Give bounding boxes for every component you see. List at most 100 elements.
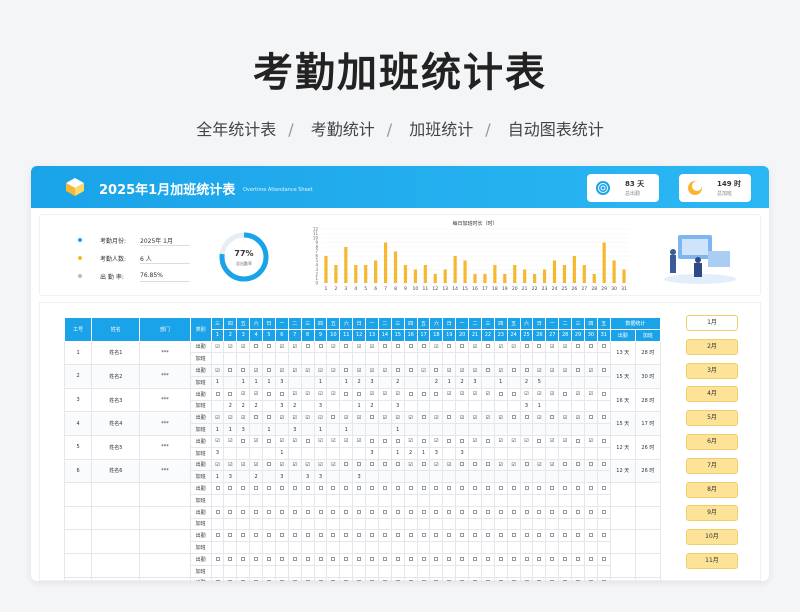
checkbox-icon[interactable]: [344, 509, 349, 514]
overtime-cell[interactable]: [339, 517, 354, 531]
overtime-cell[interactable]: 1: [223, 423, 238, 436]
checkbox-icon[interactable]: [550, 580, 555, 581]
overtime-cell[interactable]: [493, 564, 508, 578]
overtime-cell[interactable]: [519, 517, 534, 531]
checked-box-icon[interactable]: ☑: [563, 438, 567, 444]
attendance-cell[interactable]: ☑: [352, 434, 367, 448]
overtime-cell[interactable]: [480, 493, 495, 507]
overtime-cell[interactable]: [480, 564, 495, 578]
attendance-cell[interactable]: [326, 482, 341, 495]
overtime-cell[interactable]: 1: [532, 399, 547, 413]
attendance-cell[interactable]: ☑: [532, 411, 547, 425]
overtime-cell[interactable]: [442, 446, 457, 460]
attendance-cell[interactable]: ☑: [249, 364, 264, 377]
attendance-cell[interactable]: [377, 552, 392, 566]
overtime-cell[interactable]: [532, 541, 547, 554]
overtime-cell[interactable]: [249, 423, 264, 436]
attendance-cell[interactable]: [468, 576, 482, 581]
overtime-cell[interactable]: [287, 352, 302, 366]
overtime-cell[interactable]: [377, 375, 392, 389]
overtime-cell[interactable]: [506, 423, 521, 436]
attendance-cell[interactable]: ☑: [352, 411, 367, 425]
attendance-cell[interactable]: [493, 552, 508, 566]
attendance-cell[interactable]: [236, 529, 251, 543]
checkbox-icon[interactable]: [318, 556, 323, 561]
overtime-cell[interactable]: [403, 470, 418, 484]
checked-box-icon[interactable]: ☑: [524, 391, 528, 397]
checked-box-icon[interactable]: ☑: [241, 344, 245, 350]
checked-box-icon[interactable]: ☑: [215, 462, 219, 468]
overtime-cell[interactable]: [352, 564, 367, 578]
checked-box-icon[interactable]: ☑: [280, 368, 284, 374]
attendance-cell[interactable]: ☑: [455, 387, 470, 401]
checkbox-icon[interactable]: [524, 344, 529, 349]
checkbox-icon[interactable]: [511, 486, 516, 491]
attendance-cell[interactable]: [287, 552, 302, 566]
month-button-8[interactable]: 8月: [686, 481, 738, 498]
attendance-cell[interactable]: [274, 576, 289, 581]
overtime-cell[interactable]: [326, 375, 341, 389]
overtime-cell[interactable]: [571, 470, 585, 484]
overtime-cell[interactable]: [300, 352, 315, 366]
attendance-cell[interactable]: [352, 552, 367, 566]
checkbox-icon[interactable]: [473, 462, 477, 467]
checkbox-icon[interactable]: [408, 533, 413, 538]
checkbox-icon[interactable]: [292, 556, 297, 561]
checkbox-icon[interactable]: [421, 556, 426, 561]
overtime-cell[interactable]: [596, 352, 611, 366]
attendance-cell[interactable]: ☑: [210, 340, 225, 354]
checked-box-icon[interactable]: ☑: [383, 415, 387, 421]
attendance-cell[interactable]: [416, 482, 431, 495]
checkbox-icon[interactable]: [215, 509, 220, 514]
overtime-cell[interactable]: [468, 517, 482, 531]
overtime-cell[interactable]: [442, 493, 457, 507]
attendance-cell[interactable]: ☑: [236, 458, 251, 472]
employee-dept[interactable]: [139, 482, 191, 507]
attendance-cell[interactable]: ☑: [287, 458, 302, 472]
overtime-cell[interactable]: [326, 423, 341, 436]
checkbox-icon[interactable]: [473, 556, 477, 561]
checkbox-icon[interactable]: [357, 556, 362, 561]
attendance-cell[interactable]: [506, 552, 521, 566]
checkbox-icon[interactable]: [550, 533, 555, 538]
checkbox-icon[interactable]: [305, 533, 310, 538]
attendance-cell[interactable]: [416, 340, 431, 354]
checked-box-icon[interactable]: ☑: [589, 438, 593, 444]
overtime-cell[interactable]: [249, 517, 264, 531]
overtime-cell[interactable]: [480, 352, 495, 366]
attendance-cell[interactable]: ☑: [532, 387, 547, 401]
attendance-cell[interactable]: [390, 340, 405, 354]
attendance-cell[interactable]: [455, 505, 470, 519]
attendance-cell[interactable]: [596, 482, 611, 495]
attendance-cell[interactable]: [390, 482, 405, 495]
checkbox-icon[interactable]: [434, 533, 439, 538]
checkbox-icon[interactable]: [524, 580, 529, 581]
attendance-cell[interactable]: [468, 505, 482, 519]
attendance-cell[interactable]: ☑: [583, 364, 598, 377]
attendance-cell[interactable]: [390, 505, 405, 519]
overtime-cell[interactable]: 3: [352, 470, 367, 484]
overtime-cell[interactable]: [583, 517, 598, 531]
attendance-cell[interactable]: [287, 529, 302, 543]
checked-box-icon[interactable]: ☑: [576, 415, 580, 421]
checkbox-icon[interactable]: [215, 556, 220, 561]
checkbox-icon[interactable]: [601, 533, 606, 538]
attendance-cell[interactable]: [429, 482, 444, 495]
overtime-cell[interactable]: [274, 423, 289, 436]
attendance-cell[interactable]: [519, 458, 534, 472]
checkbox-icon[interactable]: [408, 391, 413, 396]
checkbox-icon[interactable]: [344, 368, 349, 373]
overtime-cell[interactable]: [442, 399, 457, 413]
overtime-cell[interactable]: [583, 564, 598, 578]
month-button-10[interactable]: 10月: [686, 529, 738, 546]
overtime-cell[interactable]: [532, 517, 547, 531]
attendance-cell[interactable]: ☑: [429, 434, 444, 448]
attendance-cell[interactable]: [223, 482, 238, 495]
info-value[interactable]: 2025年 1月: [140, 236, 173, 245]
attendance-cell[interactable]: ☑: [506, 434, 521, 448]
overtime-cell[interactable]: [313, 517, 328, 531]
checked-box-icon[interactable]: ☑: [357, 415, 361, 421]
attendance-cell[interactable]: [558, 387, 573, 401]
attendance-cell[interactable]: ☑: [416, 364, 431, 377]
checkbox-icon[interactable]: [241, 556, 246, 561]
